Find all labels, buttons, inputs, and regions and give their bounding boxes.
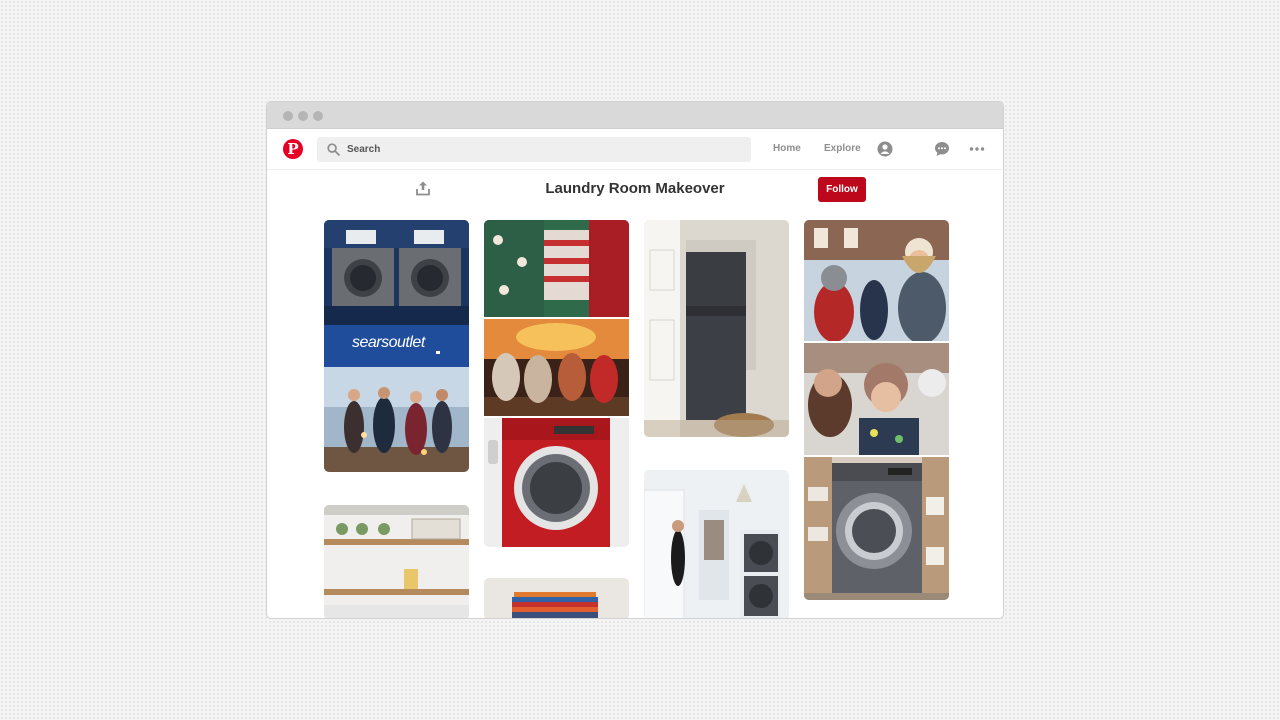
pin-closet-woman[interactable] [644,470,789,618]
pin-image-blue-laundry-room [324,220,469,325]
window-close-button[interactable] [283,111,293,121]
follow-button[interactable]: Follow [818,177,866,202]
pin-image-pajamas [484,220,629,317]
pin-sears-outlet[interactable]: searsoutlet [324,220,469,472]
pin-image-laundry-closet [644,220,789,437]
browser-window: P Home Explore Laundry Room Makeover [266,101,1004,619]
more-icon[interactable] [969,141,985,157]
pin-image-cozy-socks [484,319,629,416]
pin-stacked-laundry-closet[interactable] [644,220,789,437]
window-maximize-button[interactable] [313,111,323,121]
search-bar[interactable] [317,137,751,162]
pin-holiday-collage[interactable] [484,220,629,547]
pin-image-winter-kids [804,343,949,455]
search-input[interactable] [347,140,737,159]
pin-image-shelves [324,505,469,618]
nav-link-home[interactable]: Home [773,143,801,154]
pin-image-winter-selfie [804,220,949,341]
pin-folded-towels[interactable] [484,578,629,618]
window-minimize-button[interactable] [298,111,308,121]
pin-image-gray-washer [804,457,949,600]
pin-image-party-toast [324,367,469,472]
nav-link-explore[interactable]: Explore [824,143,861,154]
pinterest-logo[interactable]: P [283,139,303,159]
messages-icon[interactable] [934,141,950,157]
pin-winter-family[interactable] [804,220,949,600]
top-navbar: P Home Explore [267,129,1003,170]
searsoutlet-banner: searsoutlet [324,325,469,367]
pin-image-towels [484,578,629,618]
searsoutlet-logo-text: searsoutlet [352,334,425,351]
browser-titlebar [267,102,1003,129]
pin-image-closet-woman [644,470,789,618]
board-title: Laundry Room Makeover [545,180,725,197]
pin-image-red-washer [484,418,629,547]
search-icon [327,143,340,156]
profile-icon[interactable] [877,141,893,157]
board-header: Laundry Room Makeover Follow [267,170,1003,210]
pin-shelves-laundry[interactable] [324,505,469,618]
